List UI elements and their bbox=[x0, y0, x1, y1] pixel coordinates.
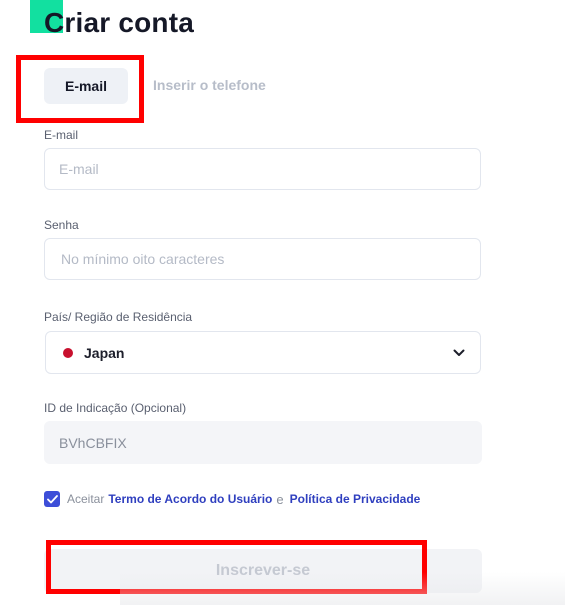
agreement-row: Aceitar Termo de Acordo do Usuário e Pol… bbox=[44, 491, 420, 507]
chevron-down-icon bbox=[452, 346, 466, 360]
country-label: País/ Região de Residência bbox=[44, 310, 193, 324]
country-select[interactable]: Japan bbox=[45, 331, 481, 374]
email-field-wrapper bbox=[44, 148, 481, 190]
tab-email[interactable]: E-mail bbox=[44, 68, 128, 104]
country-selected-value: Japan bbox=[84, 344, 125, 361]
email-label: E-mail bbox=[44, 128, 79, 142]
referral-input[interactable]: BVhCBFIX bbox=[44, 421, 482, 464]
password-label: Senha bbox=[44, 218, 79, 232]
page-title: Criar conta bbox=[44, 7, 195, 38]
password-input[interactable] bbox=[45, 239, 480, 279]
privacy-link[interactable]: Política de Privacidade bbox=[290, 492, 421, 506]
agreement-prefix: Aceitar bbox=[67, 492, 105, 506]
checkmark-icon bbox=[46, 494, 58, 503]
tab-phone[interactable]: Inserir o telefone bbox=[153, 77, 266, 93]
japan-flag-icon bbox=[63, 347, 73, 358]
signup-page: Criar conta E-mail Inserir o telefone E-… bbox=[0, 0, 565, 605]
referral-label: ID de Indicação (Opcional) bbox=[44, 401, 187, 415]
signup-button[interactable]: Inscrever-se bbox=[44, 549, 482, 593]
email-input[interactable] bbox=[45, 149, 480, 189]
agreement-conjunction: e bbox=[276, 491, 284, 507]
agreement-checkbox[interactable] bbox=[44, 491, 60, 507]
terms-link[interactable]: Termo de Acordo do Usuário bbox=[108, 492, 272, 506]
password-field-wrapper bbox=[44, 238, 481, 280]
